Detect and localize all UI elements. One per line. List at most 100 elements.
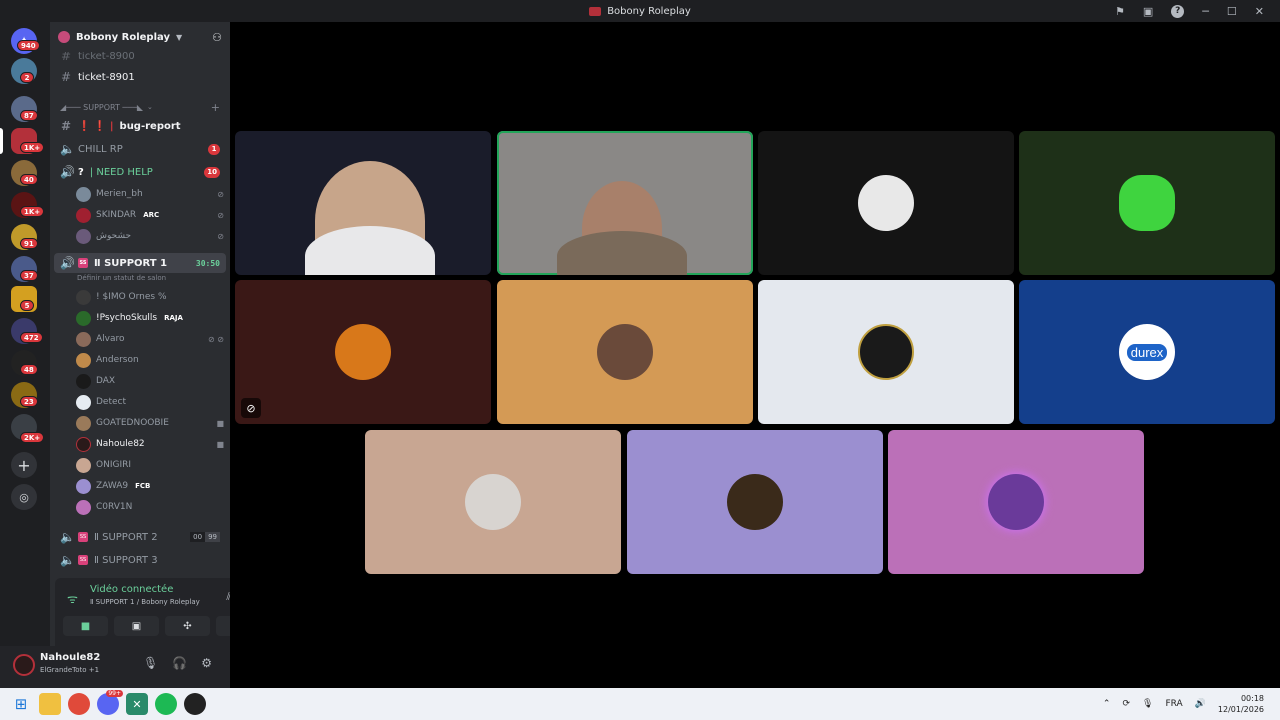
microphone-icon[interactable]: 🎙 xyxy=(1142,699,1153,709)
maximize-button[interactable]: ☐ xyxy=(1227,5,1237,18)
video-tile[interactable] xyxy=(758,131,1014,275)
file-explorer-icon[interactable] xyxy=(39,693,61,715)
volume-icon[interactable]: 🔊 xyxy=(1195,699,1206,709)
inbox-icon[interactable]: ⚑ xyxy=(1115,5,1125,18)
user-tag: FCB xyxy=(135,482,151,490)
spotify-icon[interactable] xyxy=(155,693,177,715)
channel-timer: 30:50 xyxy=(195,258,220,268)
channel-support-2[interactable]: 🔈 SS Ⅱ SUPPORT 2 00 99 xyxy=(54,527,226,547)
voice-user[interactable]: Nahoule82 ■ xyxy=(76,434,224,454)
headphones-icon[interactable]: 🎧 xyxy=(172,656,187,670)
voice-user[interactable]: ONIGIRI xyxy=(76,455,224,475)
speaker-icon: 🔊 xyxy=(60,165,75,179)
capcut-icon[interactable]: ✕ xyxy=(126,693,148,715)
video-tile[interactable] xyxy=(1019,131,1275,275)
close-button[interactable]: ✕ xyxy=(1255,5,1264,18)
voice-user[interactable]: !PsychoSkulls RAJA xyxy=(76,308,224,328)
channel-status[interactable]: Définir un statut de salon xyxy=(77,274,166,282)
windows-start-icon[interactable]: ⊞ xyxy=(10,693,32,715)
category-support[interactable]: ◢─── SUPPORT ───◣ ⌄ + xyxy=(60,100,220,114)
user-name: Detect xyxy=(96,397,127,407)
camera-icon: ■ xyxy=(216,439,224,449)
avatar xyxy=(76,310,91,326)
server-badge: 5 xyxy=(20,300,34,311)
window-title: Bobony Roleplay xyxy=(589,6,691,17)
channel-sidebar: Bobony Roleplay ▼ ⚇ # ticket-8900 # tick… xyxy=(50,22,269,688)
user-name[interactable]: Nahoule82 xyxy=(40,652,100,663)
user-name: Merien_bh xyxy=(96,189,143,199)
invite-people-icon[interactable]: ⚇ xyxy=(212,31,222,44)
voice-status[interactable]: Vidéo connectée xyxy=(90,584,173,595)
server-header[interactable]: Bobony Roleplay ▼ ⚇ xyxy=(50,22,230,52)
chevron-down-icon: ⌄ xyxy=(147,103,153,111)
channel-badge: 1 xyxy=(208,143,220,155)
clock[interactable]: 00:18 12/01/2026 xyxy=(1218,693,1264,715)
voice-user[interactable]: ! $IMO Ornes % xyxy=(76,287,224,307)
discord-icon[interactable]: 99+ xyxy=(97,690,123,715)
video-tile[interactable] xyxy=(888,430,1144,574)
server-rail: ✦ 940 2 87 1K+ 40 1K+ 91 37 5 472 48 23 … xyxy=(0,22,50,688)
avatar xyxy=(76,331,91,347)
discover-icon[interactable]: ◎ xyxy=(11,484,37,510)
avatar[interactable] xyxy=(13,654,35,676)
video-tile[interactable] xyxy=(497,131,753,275)
language-indicator[interactable]: FRA xyxy=(1165,699,1182,709)
camera-button[interactable]: ■ xyxy=(63,616,108,636)
minimize-button[interactable]: ─ xyxy=(1202,5,1209,18)
chevron-down-icon: ▼ xyxy=(175,32,183,42)
activities-button[interactable]: ✣ xyxy=(165,616,210,636)
server-badge: 472 xyxy=(20,332,43,343)
add-server-icon[interactable]: + xyxy=(11,452,37,478)
server-badge: 37 xyxy=(20,270,38,281)
video-tile[interactable]: durex xyxy=(1019,280,1275,424)
user-count: 00 xyxy=(190,532,206,542)
monitor-icon[interactable]: ▣ xyxy=(1143,5,1153,18)
voice-user[interactable]: Merien_bh ⊘ xyxy=(76,184,224,204)
video-tile[interactable] xyxy=(758,280,1014,424)
chevron-up-icon[interactable]: ⌃ xyxy=(1103,699,1111,709)
voice-route[interactable]: Ⅱ SUPPORT 1 / Bobony Roleplay xyxy=(90,598,200,606)
channel-need-help[interactable]: 🔊 ? | NEED HELP 10 xyxy=(54,162,226,182)
voice-user[interactable]: Detect xyxy=(76,392,224,412)
channel-support-1[interactable]: 🔊 SS Ⅱ SUPPORT 1 30:50 xyxy=(54,253,226,273)
voice-user[interactable]: SKINDAR ARC ⊘ xyxy=(76,205,224,225)
user-tag: RAJA xyxy=(164,314,183,322)
video-tile[interactable]: ⊘ xyxy=(235,280,491,424)
voice-user[interactable]: حشحوش ⊘ xyxy=(76,226,224,246)
deafened-icon: ⊘ xyxy=(217,231,224,241)
video-tile[interactable] xyxy=(627,430,883,574)
channel-label: CHILL RP xyxy=(78,143,123,155)
sync-icon[interactable]: ⟳ xyxy=(1122,699,1130,709)
app-icon[interactable] xyxy=(184,693,206,715)
deafened-icon: ⊘ xyxy=(217,189,224,199)
video-tile[interactable] xyxy=(497,280,753,424)
video-tile[interactable] xyxy=(365,430,621,574)
channel-ticket-8900[interactable]: # ticket-8900 xyxy=(54,52,226,66)
gear-icon[interactable]: ⚙ xyxy=(201,656,212,670)
microphone-icon[interactable]: 🎙 xyxy=(143,656,158,670)
speaker-icon: 🔈 xyxy=(60,530,75,544)
channel-bug-report[interactable]: # ❗ ❗ | bug-report xyxy=(54,116,226,136)
voice-user[interactable]: C0RV1N xyxy=(76,497,224,517)
help-icon[interactable]: ? xyxy=(1171,4,1185,18)
server-badge: 91 xyxy=(20,238,38,249)
avatar xyxy=(76,186,91,202)
voice-user[interactable]: GOATEDNOOBIE ■ xyxy=(76,413,224,433)
screen-share-button[interactable]: ▣ xyxy=(114,616,159,636)
video-tile[interactable] xyxy=(235,131,491,275)
channel-ticket-8901[interactable]: # ticket-8901 xyxy=(54,67,226,87)
voice-user[interactable]: Alvaro ⊘ ⊘ xyxy=(76,329,224,349)
chrome-icon[interactable] xyxy=(68,693,90,715)
channel-support-3[interactable]: 🔈 SS Ⅱ SUPPORT 3 xyxy=(54,550,226,570)
voice-user[interactable]: DAX xyxy=(76,371,224,391)
server-logo-icon xyxy=(589,6,602,16)
channel-chill-rp[interactable]: 🔈 CHILL RP 1 xyxy=(54,139,226,159)
user-name: GOATEDNOOBIE xyxy=(96,418,169,428)
voice-user[interactable]: Anderson xyxy=(76,350,224,370)
voice-user[interactable]: ZAWA9 FCB xyxy=(76,476,224,496)
signal-icon[interactable]: ᯤ xyxy=(67,590,78,607)
create-channel-icon[interactable]: + xyxy=(211,101,220,114)
channel-list: # ticket-8900 # ticket-8901 ◢─── SUPPORT… xyxy=(50,52,230,574)
server-icon xyxy=(58,31,70,43)
user-name: DAX xyxy=(96,376,116,386)
